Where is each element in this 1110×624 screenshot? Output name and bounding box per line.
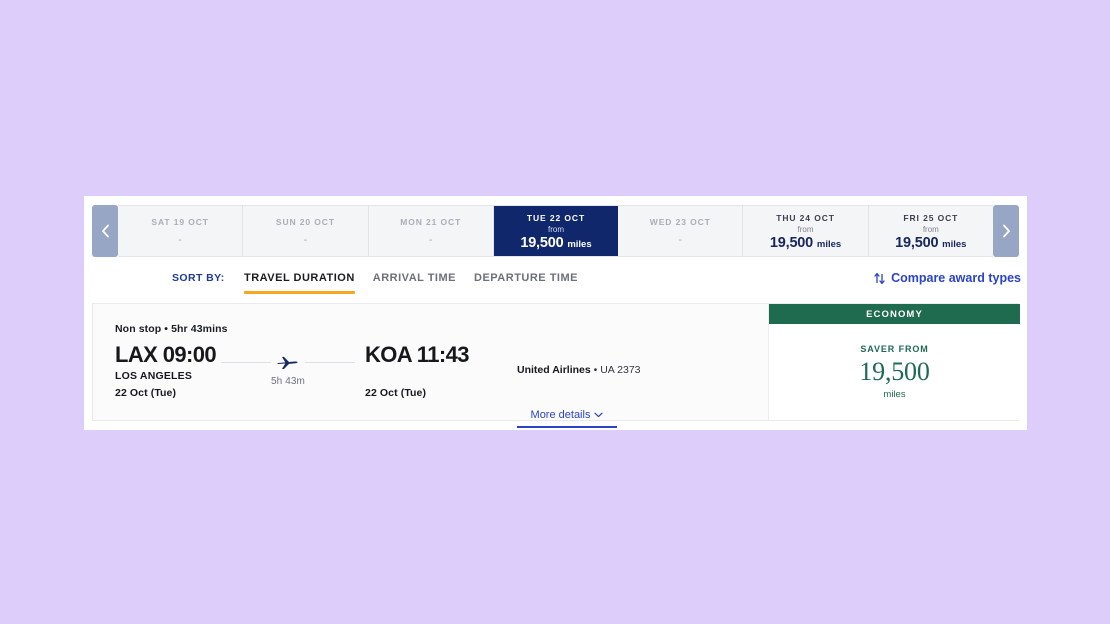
stops-summary: Non stop • 5hr 43mins xyxy=(115,323,228,335)
date-cell-from-label: from xyxy=(547,224,564,234)
sort-by-label: SORT BY: xyxy=(172,272,225,284)
carousel-prev-button[interactable] xyxy=(92,205,118,257)
compare-award-types-link[interactable]: Compare award types xyxy=(874,271,1021,285)
destination-code-time: KOA 11:43 xyxy=(365,342,469,367)
sort-bar: SORT BY: TRAVEL DURATION ARRIVAL TIME DEPA… xyxy=(84,266,1027,298)
date-cell-price-unit: miles xyxy=(942,238,967,250)
date-cell-day: WED 23 OCT xyxy=(649,217,711,227)
flight-number: • UA 2373 xyxy=(590,364,641,376)
date-cell-price: 19,500 miles xyxy=(770,235,841,253)
chevron-down-icon xyxy=(594,412,604,418)
date-cell[interactable]: SUN 20 OCT - xyxy=(243,206,369,256)
date-cell-day: SUN 20 OCT xyxy=(275,217,335,227)
date-cell-no-availability: - xyxy=(303,234,308,246)
date-cell-price-amount: 19,500 xyxy=(895,234,939,251)
date-cell[interactable]: FRI 25 OCT from 19,500 miles xyxy=(868,206,993,256)
origin-city: LOS ANGELES xyxy=(115,370,193,382)
date-cell-no-availability: - xyxy=(178,234,182,246)
compare-award-types-label: Compare award types xyxy=(891,271,1021,285)
date-cell-day: MON 21 OCT xyxy=(400,217,462,227)
carousel-next-button[interactable] xyxy=(993,205,1019,257)
date-cell-no-availability: - xyxy=(428,234,433,246)
flight-itinerary-section: Non stop • 5hr 43mins LAX 09:00 LOS ANGE… xyxy=(93,304,769,428)
chevron-left-icon xyxy=(101,224,110,238)
date-cell[interactable]: TUE 22 OCT from 19,500 miles xyxy=(493,206,619,256)
flight-results-panel: SAT 19 OCT - SUN 20 OCT - MON 21 OCT - TUE 22 … xyxy=(84,196,1027,430)
date-cell[interactable]: THU 24 OCT from 19,500 miles xyxy=(743,206,869,256)
date-carousel: SAT 19 OCT - SUN 20 OCT - MON 21 OCT - TUE 22 … xyxy=(92,205,1019,257)
date-cell-price-amount: 19,500 xyxy=(520,234,564,251)
sort-swap-icon xyxy=(874,272,885,285)
date-cell-day: TUE 22 OCT xyxy=(526,212,586,223)
saver-label: SAVER FROM xyxy=(860,344,929,354)
origin-block: LAX 09:00 LOS ANGELES 22 Oct (Tue) xyxy=(115,342,217,402)
sort-tab[interactable]: ARRIVAL TIME xyxy=(373,266,456,290)
fare-select-button[interactable]: SAVER FROM 19,500 miles xyxy=(769,324,1020,420)
airplane-icon xyxy=(271,354,305,370)
date-cell-price-amount: 19,500 xyxy=(769,234,814,251)
airline-name: United Airlines xyxy=(517,364,591,376)
airline-info: United Airlines • UA 2373 xyxy=(517,364,641,376)
destination-block: KOA 11:43 22 Oct (Tue) xyxy=(365,342,469,402)
date-cell-day: THU 24 OCT xyxy=(776,212,835,223)
more-details-label: More details xyxy=(530,409,591,421)
sort-tab[interactable]: DEPARTURE TIME xyxy=(474,266,578,290)
date-cell-day: FRI 25 OCT xyxy=(903,212,959,223)
date-cell[interactable]: WED 23 OCT - xyxy=(618,206,744,256)
date-cell-price: 19,500 miles xyxy=(895,235,966,253)
more-details-button[interactable]: More details xyxy=(517,409,617,428)
economy-fare-column: ECONOMY SAVER FROM 19,500 miles xyxy=(769,304,1020,420)
flight-result-card[interactable]: Non stop • 5hr 43mins LAX 09:00 LOS ANGE… xyxy=(92,303,1020,428)
fare-unit: miles xyxy=(883,389,906,400)
date-cell-from-label: from xyxy=(922,224,939,234)
destination-date: 22 Oct (Tue) xyxy=(365,387,427,399)
date-cell-list: SAT 19 OCT - SUN 20 OCT - MON 21 OCT - TUE 22 … xyxy=(118,205,993,257)
cabin-class-header: ECONOMY xyxy=(769,304,1020,324)
date-cell-from-label: from xyxy=(797,224,814,234)
origin-date: 22 Oct (Tue) xyxy=(115,387,177,399)
sort-tab[interactable]: TRAVEL DURATION xyxy=(244,266,355,294)
route-duration-label: 5h 43m xyxy=(271,376,305,387)
origin-code-time: LAX 09:00 xyxy=(115,342,217,367)
date-cell[interactable]: SAT 19 OCT - xyxy=(118,206,244,256)
date-cell-price-unit: miles xyxy=(816,238,842,250)
chevron-right-icon xyxy=(1002,224,1011,238)
date-cell[interactable]: MON 21 OCT - xyxy=(368,206,494,256)
fare-amount: 19,500 xyxy=(859,357,930,386)
sort-tab-list: TRAVEL DURATION ARRIVAL TIME DEPARTURE TIM… xyxy=(244,266,596,294)
date-cell-price-unit: miles xyxy=(567,238,592,250)
date-cell-no-availability: - xyxy=(678,234,683,246)
date-cell-day: SAT 19 OCT xyxy=(151,217,209,227)
date-cell-price: 19,500 miles xyxy=(520,235,591,253)
